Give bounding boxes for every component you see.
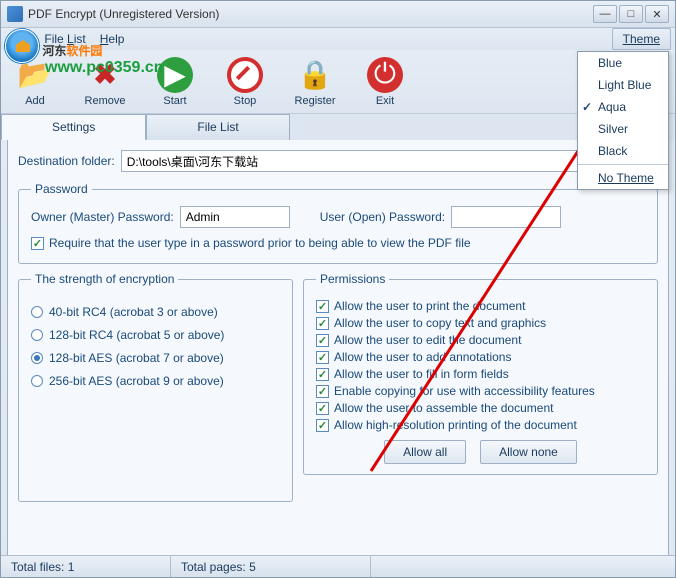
checkbox-icon: [316, 419, 329, 432]
stop-icon: [227, 57, 263, 93]
encryption-legend: The strength of encryption: [31, 272, 178, 286]
register-button[interactable]: 🔒Register: [289, 57, 341, 107]
password-group: Password Owner (Master) Password: User (…: [18, 182, 658, 264]
allow-all-button[interactable]: Allow all: [384, 440, 466, 464]
theme-item-aqua[interactable]: Aqua: [578, 96, 668, 118]
app-icon: [7, 6, 23, 22]
permission-label: Allow the user to fill in form fields: [334, 367, 509, 381]
checkbox-icon: [316, 334, 329, 347]
theme-no-theme[interactable]: No Theme: [578, 167, 668, 189]
permission-item-7[interactable]: Allow high-resolution printing of the do…: [316, 418, 645, 432]
dest-label: Destination folder:: [18, 154, 115, 168]
lock-icon: 🔒: [297, 57, 333, 93]
watermark: 河东软件园 www.pc0359.cn: [5, 29, 164, 77]
total-pages-value: 5: [249, 560, 256, 574]
owner-password-label: Owner (Master) Password:: [31, 210, 174, 224]
checkbox-icon: [316, 385, 329, 398]
encryption-option-0[interactable]: 40-bit RC4 (acrobat 3 or above): [31, 305, 280, 319]
user-password-label: User (Open) Password:: [320, 210, 445, 224]
password-legend: Password: [31, 182, 92, 196]
encryption-option-2[interactable]: 128-bit AES (acrobat 7 or above): [31, 351, 280, 365]
main-window: PDF Encrypt (Unregistered Version) — □ ✕…: [0, 0, 676, 578]
power-icon: ⏻: [367, 57, 403, 93]
permission-label: Allow the user to add annotations: [334, 350, 511, 364]
theme-item-light-blue[interactable]: Light Blue: [578, 74, 668, 96]
allow-none-button[interactable]: Allow none: [480, 440, 577, 464]
permission-label: Allow high-resolution printing of the do…: [334, 418, 577, 432]
encryption-option-label: 128-bit RC4 (acrobat 5 or above): [49, 328, 224, 342]
radio-icon: [31, 352, 43, 364]
theme-item-black[interactable]: Black: [578, 140, 668, 162]
radio-icon: [31, 329, 43, 341]
watermark-url: www.pc0359.cn: [45, 59, 164, 77]
permission-item-6[interactable]: Allow the user to assemble the document: [316, 401, 645, 415]
encryption-option-label: 40-bit RC4 (acrobat 3 or above): [49, 305, 218, 319]
encryption-group: The strength of encryption 40-bit RC4 (a…: [18, 272, 293, 502]
user-password-input[interactable]: [451, 206, 561, 228]
permissions-legend: Permissions: [316, 272, 389, 286]
require-password-label: Require that the user type in a password…: [49, 236, 471, 250]
titlebar: PDF Encrypt (Unregistered Version) — □ ✕: [1, 1, 675, 28]
permission-item-1[interactable]: Allow the user to copy text and graphics: [316, 316, 645, 330]
theme-button[interactable]: Theme: [612, 28, 671, 50]
window-title: PDF Encrypt (Unregistered Version): [28, 7, 593, 21]
permission-label: Allow the user to copy text and graphics: [334, 316, 546, 330]
encryption-option-label: 256-bit AES (acrobat 9 or above): [49, 374, 224, 388]
require-password-checkbox[interactable]: [31, 237, 44, 250]
settings-panel: Destination folder: Password Owner (Mast…: [7, 140, 669, 558]
close-button[interactable]: ✕: [645, 5, 669, 23]
checkbox-icon: [316, 402, 329, 415]
checkbox-icon: [316, 368, 329, 381]
checkbox-icon: [316, 351, 329, 364]
permission-label: Allow the user to print the document: [334, 299, 525, 313]
total-files-label: Total files:: [11, 560, 64, 574]
tab-bar: Settings File List: [1, 114, 675, 140]
permission-item-2[interactable]: Allow the user to edit the document: [316, 333, 645, 347]
tab-settings[interactable]: Settings: [1, 114, 146, 140]
stop-button[interactable]: Stop: [219, 57, 271, 107]
maximize-button[interactable]: □: [619, 5, 643, 23]
permission-item-3[interactable]: Allow the user to add annotations: [316, 350, 645, 364]
statusbar: Total files: 1 Total pages: 5: [1, 555, 675, 577]
theme-item-blue[interactable]: Blue: [578, 52, 668, 74]
encryption-option-label: 128-bit AES (acrobat 7 or above): [49, 351, 224, 365]
checkbox-icon: [316, 300, 329, 313]
total-pages-label: Total pages:: [181, 560, 246, 574]
checkbox-icon: [316, 317, 329, 330]
encryption-option-3[interactable]: 256-bit AES (acrobat 9 or above): [31, 374, 280, 388]
total-files-value: 1: [68, 560, 75, 574]
owner-password-input[interactable]: [180, 206, 290, 228]
permission-label: Allow the user to edit the document: [334, 333, 521, 347]
tab-filelist[interactable]: File List: [146, 114, 289, 140]
permission-item-0[interactable]: Allow the user to print the document: [316, 299, 645, 313]
theme-item-silver[interactable]: Silver: [578, 118, 668, 140]
exit-button[interactable]: ⏻Exit: [359, 57, 411, 107]
permission-item-5[interactable]: Enable copying for use with accessibilit…: [316, 384, 645, 398]
encryption-option-1[interactable]: 128-bit RC4 (acrobat 5 or above): [31, 328, 280, 342]
permission-label: Allow the user to assemble the document: [334, 401, 553, 415]
permission-label: Enable copying for use with accessibilit…: [334, 384, 595, 398]
permissions-group: Permissions Allow the user to print the …: [303, 272, 658, 475]
permission-item-4[interactable]: Allow the user to fill in form fields: [316, 367, 645, 381]
watermark-logo-icon: [5, 29, 39, 63]
radio-icon: [31, 306, 43, 318]
radio-icon: [31, 375, 43, 387]
minimize-button[interactable]: —: [593, 5, 617, 23]
theme-dropdown: BlueLight BlueAquaSilverBlack No Theme: [577, 51, 669, 190]
